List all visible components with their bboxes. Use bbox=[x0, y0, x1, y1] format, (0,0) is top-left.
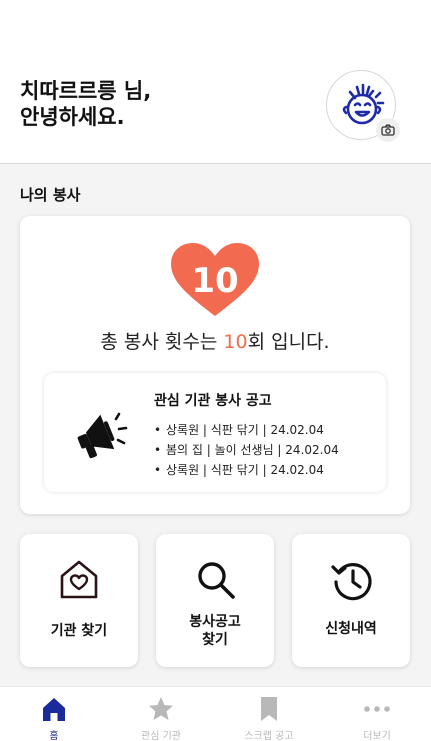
greeting-hello: 안녕하세요. bbox=[20, 105, 125, 129]
notice-title: 관심 기관 봉사 공고 bbox=[154, 393, 272, 409]
tab-home-label: 홈 bbox=[49, 731, 59, 741]
find-notice-label-line1: 봉사공고 bbox=[189, 614, 241, 630]
tab-scrap-notices[interactable]: 스크랩 공고 bbox=[215, 687, 323, 741]
notice-item[interactable]: 봄의 집 | 놀이 선생님 | 24.02.04 bbox=[154, 440, 339, 460]
find-notice-label: 봉사공고 찾기 bbox=[156, 613, 274, 649]
find-notice-label-line2: 찾기 bbox=[202, 632, 228, 648]
megaphone-icon bbox=[77, 412, 128, 459]
tab-more-label: 더보기 bbox=[363, 731, 391, 741]
find-notice-button[interactable]: 봉사공고 찾기 bbox=[156, 534, 274, 667]
tab-favorite-orgs-label: 관심 기관 bbox=[141, 731, 181, 741]
total-count-text: 총 봉사 횟수는 10회 입니다. bbox=[20, 327, 410, 354]
notice-item[interactable]: 상록원 | 식판 닦기 | 24.02.04 bbox=[154, 460, 339, 480]
tab-bar: 홈 관심 기관 스크랩 공고 더보기 bbox=[0, 686, 431, 741]
volunteer-count: 10 bbox=[191, 261, 239, 301]
application-history-label: 신청내역 bbox=[325, 621, 377, 637]
star-icon bbox=[149, 697, 173, 720]
interest-notice-card[interactable]: 관심 기관 봉사 공고 상록원 | 식판 닦기 | 24.02.04 봄의 집 … bbox=[44, 373, 386, 492]
home-icon bbox=[43, 698, 65, 721]
total-suffix: 회 입니다. bbox=[247, 331, 330, 353]
camera-icon bbox=[381, 124, 395, 136]
tab-favorite-orgs[interactable]: 관심 기관 bbox=[107, 687, 215, 741]
house-heart-icon bbox=[60, 560, 98, 599]
total-prefix: 총 봉사 횟수는 bbox=[100, 331, 224, 353]
notice-item[interactable]: 상록원 | 식판 닦기 | 24.02.04 bbox=[154, 420, 339, 440]
bookmark-icon bbox=[261, 697, 277, 721]
volunteer-summary-card: 10 총 봉사 횟수는 10회 입니다. 관심 기관 봉사 공고 상록원 | 식… bbox=[20, 216, 410, 514]
find-organization-label: 기관 찾기 bbox=[50, 623, 108, 639]
header: 치따르르릉 님, 안녕하세요. bbox=[0, 0, 431, 164]
tab-scrap-notices-label: 스크랩 공고 bbox=[244, 731, 294, 741]
total-count: 10 bbox=[223, 331, 248, 353]
tab-more[interactable]: 더보기 bbox=[323, 687, 431, 741]
change-photo-button[interactable] bbox=[376, 118, 400, 142]
notice-list: 상록원 | 식판 닦기 | 24.02.04 봄의 집 | 놀이 선생님 | 2… bbox=[154, 420, 339, 480]
greeting: 치따르르릉 님, 안녕하세요. bbox=[20, 78, 151, 130]
application-history-button[interactable]: 신청내역 bbox=[292, 534, 410, 667]
greeting-name: 치따르르릉 님, bbox=[20, 79, 152, 103]
search-icon bbox=[198, 562, 235, 599]
tab-home[interactable]: 홈 bbox=[0, 687, 108, 741]
history-icon bbox=[331, 563, 372, 601]
find-organization-button[interactable]: 기관 찾기 bbox=[20, 534, 138, 667]
section-title: 나의 봉사 bbox=[20, 186, 81, 204]
more-icon bbox=[364, 706, 390, 712]
